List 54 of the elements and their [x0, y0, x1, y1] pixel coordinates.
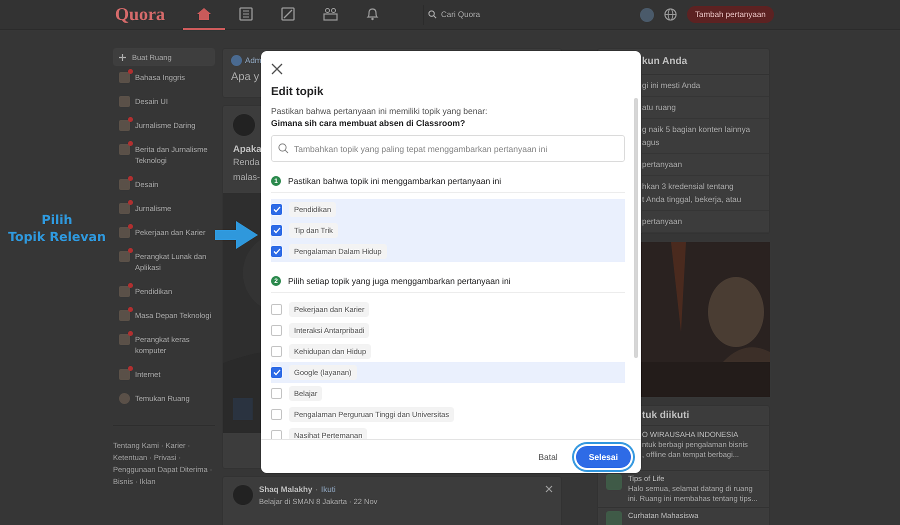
add-question-button[interactable]: Tambah pertanyaan [687, 6, 774, 23]
arrow-icon [215, 221, 258, 249]
close-icon[interactable] [545, 485, 553, 493]
dialog-title: Edit topik [271, 86, 324, 98]
user-avatar [231, 55, 242, 66]
task-item[interactable]: hkan 3 kredensial tentang t Anda tinggal, bekerja, atau [642, 176, 769, 211]
topic-search-field[interactable]: Tambahkan topik yang paling tepat menggambarkan pertanyaan ini [271, 135, 625, 162]
section-heading: Pilih setiap topik yang juga menggambarkan pertanyaan ini [288, 276, 511, 286]
card-title: kun Anda [642, 49, 769, 75]
author-avatar [233, 114, 255, 136]
checkbox[interactable] [271, 225, 282, 236]
close-icon[interactable] [271, 63, 283, 75]
edit-icon [281, 6, 295, 20]
people-icon [322, 6, 338, 20]
checkbox[interactable] [271, 325, 282, 336]
section-heading: Pastikan bahwa topik ini menggambarkan pertanyaan ini [288, 176, 502, 186]
author-avatar [233, 485, 253, 505]
dialog-intro: Pastikan bahwa pertanyaan ini memiliki topik yang benar: [271, 105, 488, 117]
checkbox[interactable] [271, 409, 282, 420]
checkbox[interactable] [271, 346, 282, 357]
list-icon [239, 6, 253, 20]
checkbox[interactable] [271, 388, 282, 399]
done-button[interactable]: Selesai [576, 446, 631, 468]
task-item[interactable]: gi ini mesti Anda [642, 75, 769, 97]
follow-link[interactable]: Ikuti [321, 485, 336, 494]
annotation-label: Pilih Topik Relevan [7, 211, 107, 245]
logo[interactable]: Quora [115, 4, 183, 25]
task-item[interactable]: g naik 5 bagian konten lainnya agus [642, 119, 769, 154]
author-name[interactable]: Shaq Malakhy [259, 485, 312, 494]
search-field[interactable]: Cari Quora [423, 4, 628, 24]
question-text: Gimana sih cara membuat absen di Classroom? [271, 117, 466, 129]
space-icon [606, 474, 622, 490]
checkbox[interactable] [271, 304, 282, 315]
task-item[interactable]: pertanyaan [642, 211, 769, 233]
user-name: Adm [245, 56, 262, 65]
checkbox[interactable] [271, 204, 282, 215]
task-item[interactable]: atu ruang [642, 97, 769, 119]
search-icon [428, 10, 437, 19]
search-icon [278, 143, 289, 154]
bell-icon [366, 6, 378, 20]
globe-icon[interactable] [664, 8, 677, 21]
checkbox[interactable] [271, 367, 282, 378]
cancel-button[interactable]: Batal [532, 450, 564, 462]
task-item[interactable]: pertanyaan [642, 154, 769, 176]
space-icon [606, 511, 622, 525]
home-icon [196, 6, 212, 20]
checkbox[interactable] [271, 430, 282, 439]
checkbox[interactable] [271, 246, 282, 257]
post-excerpt: Renda malas- [233, 156, 260, 184]
card-title: tuk diikuti [642, 406, 769, 426]
separator: · [315, 485, 318, 494]
plus-icon [119, 54, 126, 60]
post-title[interactable]: Apaka [233, 144, 262, 155]
scrollbar[interactable] [634, 98, 638, 358]
